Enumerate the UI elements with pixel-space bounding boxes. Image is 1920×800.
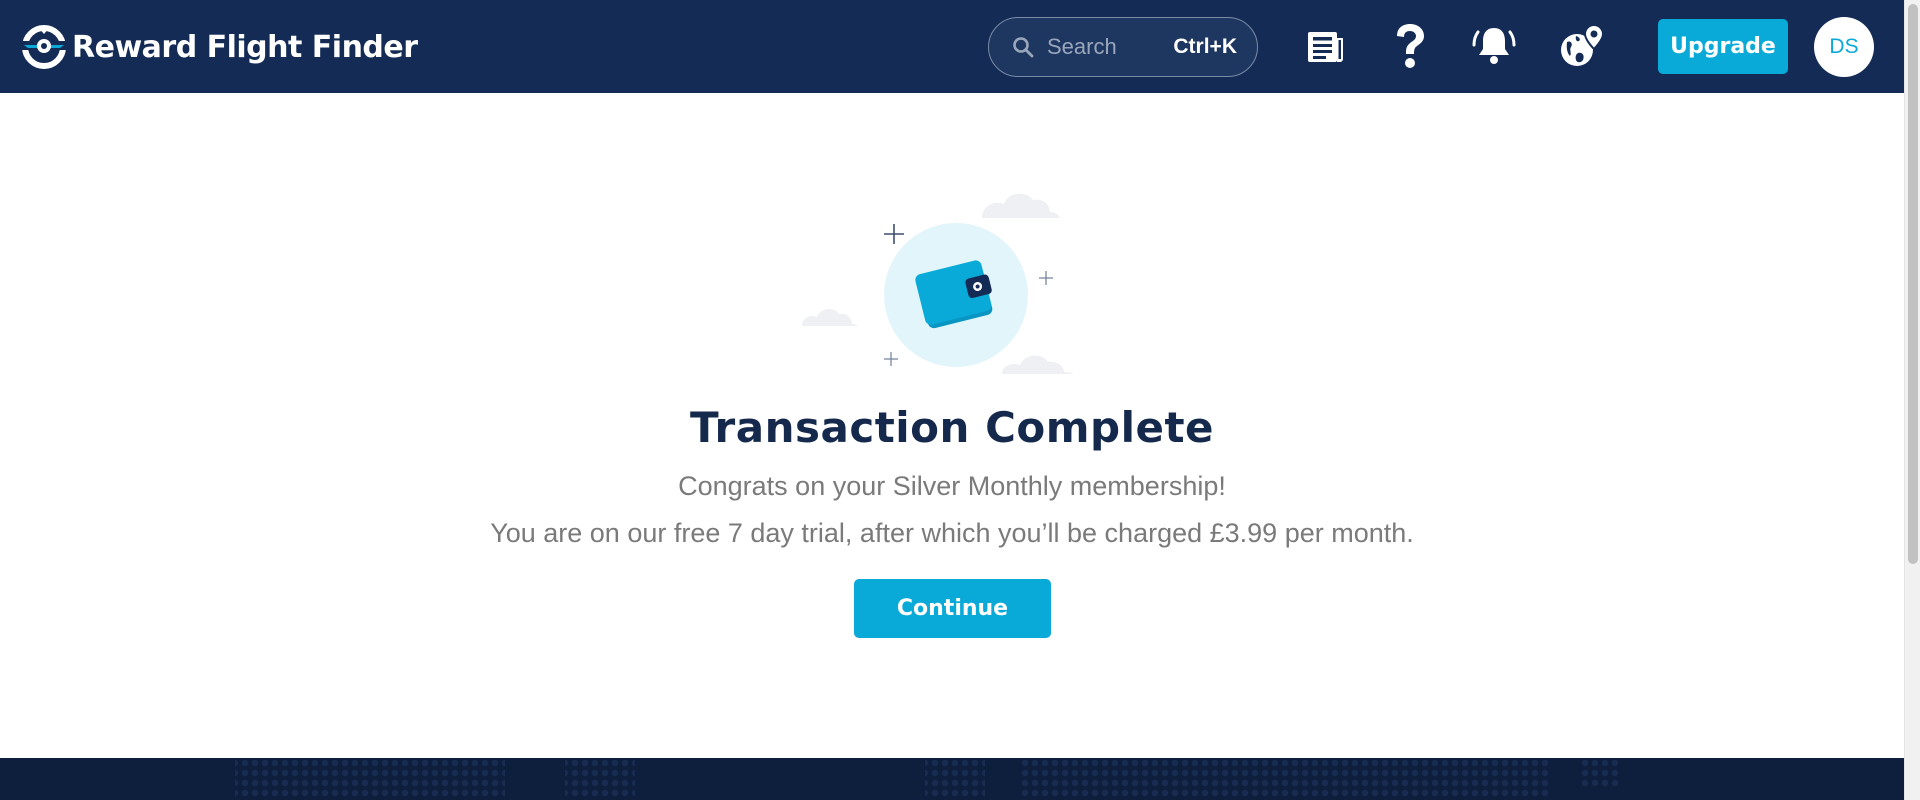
scrollbar-thumb[interactable] [1908, 4, 1918, 564]
news-icon [1308, 32, 1343, 62]
trial-message: You are on our free 7 day trial, after w… [490, 518, 1414, 548]
notifications-button[interactable] [1470, 22, 1518, 70]
wallet-illustration [790, 170, 1130, 390]
help-button[interactable] [1386, 22, 1434, 70]
top-navigation-bar: Reward Flight Finder Search Ctrl+K Upgra… [0, 0, 1904, 93]
footer [0, 758, 1904, 800]
globe-location-icon [1561, 23, 1604, 66]
region-button[interactable] [1557, 22, 1605, 70]
membership-message: Congrats on your Silver Monthly membersh… [678, 471, 1226, 501]
world-map-dots-decoration [235, 758, 1620, 800]
search-placeholder: Search [1047, 34, 1117, 59]
page-title: Transaction Complete [689, 403, 1215, 452]
wallet-icon [802, 193, 1074, 374]
notification-bell-icon [1472, 28, 1516, 64]
brand-logo-icon [22, 25, 66, 69]
search-icon [1013, 37, 1034, 58]
upgrade-button[interactable]: Upgrade [1658, 19, 1788, 74]
search-shortcut-hint: Ctrl+K [1173, 35, 1237, 58]
help-icon [1397, 24, 1424, 68]
continue-button[interactable]: Continue [854, 579, 1051, 638]
brand-name: Reward Flight Finder [72, 29, 418, 65]
user-avatar[interactable]: DS [1814, 17, 1874, 77]
brand-logo[interactable]: Reward Flight Finder [20, 22, 418, 72]
news-button[interactable] [1302, 22, 1350, 70]
vertical-scrollbar[interactable] [1904, 0, 1920, 800]
search-input[interactable]: Search Ctrl+K [988, 17, 1258, 77]
